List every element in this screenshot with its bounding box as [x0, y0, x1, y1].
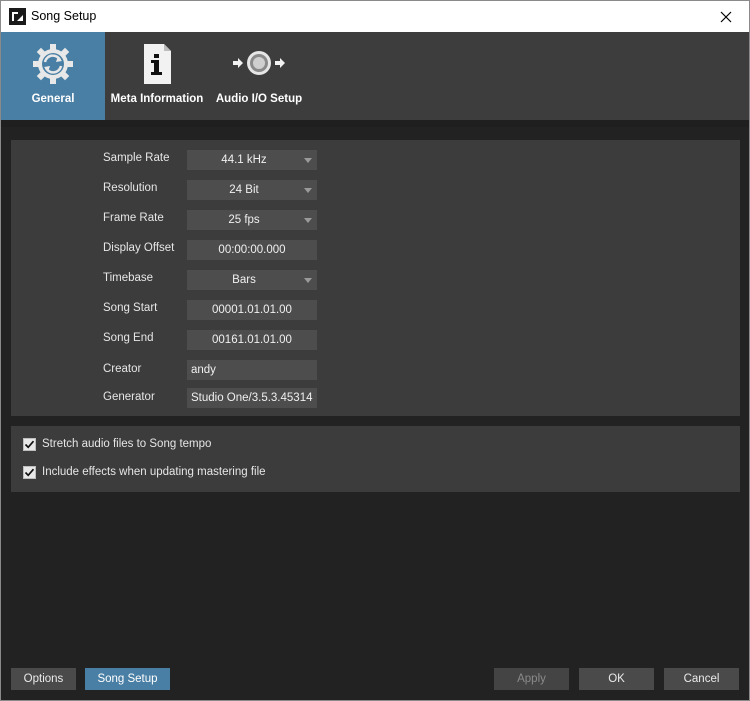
- frame-rate-label: Frame Rate: [103, 212, 164, 224]
- gear-refresh-icon: [29, 40, 77, 91]
- header-separator: [1, 120, 749, 127]
- resolution-select[interactable]: 24 Bit: [187, 180, 317, 200]
- chevron-down-icon: [304, 218, 312, 223]
- include-effects-checkbox-row[interactable]: Include effects when updating mastering …: [23, 464, 266, 480]
- checkmark-icon: [24, 468, 35, 477]
- apply-button[interactable]: Apply: [494, 668, 569, 690]
- general-content: Sample Rate 44.1 kHz Resolution 24 Bit F…: [1, 127, 749, 700]
- creator-field[interactable]: andy: [187, 360, 317, 380]
- song-start-label: Song Start: [103, 302, 158, 314]
- chevron-down-icon: [304, 158, 312, 163]
- frame-rate-value: 25 fps: [228, 214, 260, 226]
- close-button[interactable]: [703, 1, 749, 32]
- stretch-audio-checkbox-row[interactable]: Stretch audio files to Song tempo: [23, 436, 211, 452]
- tab-label: General: [31, 93, 75, 105]
- title-bar: Song Setup: [1, 1, 749, 32]
- stretch-audio-label: Stretch audio files to Song tempo: [42, 438, 212, 450]
- display-offset-label: Display Offset: [103, 242, 175, 254]
- include-effects-checkbox[interactable]: [23, 465, 36, 479]
- include-effects-label: Include effects when updating mastering …: [42, 466, 266, 478]
- window-title: Song Setup: [31, 9, 97, 23]
- resolution-label: Resolution: [103, 182, 158, 194]
- info-document-icon: [133, 40, 181, 91]
- resolution-value: 24 Bit: [229, 184, 259, 196]
- song-setup-button[interactable]: Song Setup: [85, 668, 170, 690]
- song-start-field[interactable]: 00001.01.01.00: [187, 300, 317, 320]
- generator-field: Studio One/3.5.3.45314: [187, 388, 317, 408]
- close-icon: [720, 11, 732, 22]
- timebase-label: Timebase: [103, 272, 154, 284]
- tab-meta-information[interactable]: Meta Information: [105, 32, 209, 120]
- generator-label: Generator: [103, 391, 155, 403]
- sample-rate-label: Sample Rate: [103, 152, 170, 164]
- tab-general[interactable]: General: [1, 32, 105, 120]
- cancel-button[interactable]: Cancel: [664, 668, 739, 690]
- tab-audio-io-setup[interactable]: Audio I/O Setup: [209, 32, 309, 120]
- options-button[interactable]: Options: [11, 668, 76, 690]
- song-setup-window: Song Setup General Meta Information Audi…: [0, 0, 750, 701]
- frame-rate-select[interactable]: 25 fps: [187, 210, 317, 230]
- creator-label: Creator: [103, 363, 142, 375]
- chevron-down-icon: [304, 278, 312, 283]
- tab-bar: General Meta Information Audio I/O Setup: [1, 32, 749, 120]
- ok-button[interactable]: OK: [579, 668, 654, 690]
- checkmark-icon: [24, 440, 35, 449]
- display-offset-field[interactable]: 00:00:00.000: [187, 240, 317, 260]
- timebase-select[interactable]: Bars: [187, 270, 317, 290]
- audio-io-icon: [231, 40, 287, 91]
- chevron-down-icon: [304, 188, 312, 193]
- song-options-panel: Stretch audio files to Song tempo Includ…: [11, 426, 740, 492]
- song-end-field[interactable]: 00161.01.01.00: [187, 330, 317, 350]
- timebase-value: Bars: [232, 274, 256, 286]
- song-properties-panel: Sample Rate 44.1 kHz Resolution 24 Bit F…: [11, 140, 740, 416]
- sample-rate-value: 44.1 kHz: [221, 154, 267, 166]
- tab-label: Meta Information: [110, 93, 204, 105]
- app-logo-icon: [9, 8, 26, 25]
- tab-label: Audio I/O Setup: [215, 93, 303, 105]
- stretch-audio-checkbox[interactable]: [23, 437, 36, 451]
- sample-rate-select[interactable]: 44.1 kHz: [187, 150, 317, 170]
- song-end-label: Song End: [103, 332, 154, 344]
